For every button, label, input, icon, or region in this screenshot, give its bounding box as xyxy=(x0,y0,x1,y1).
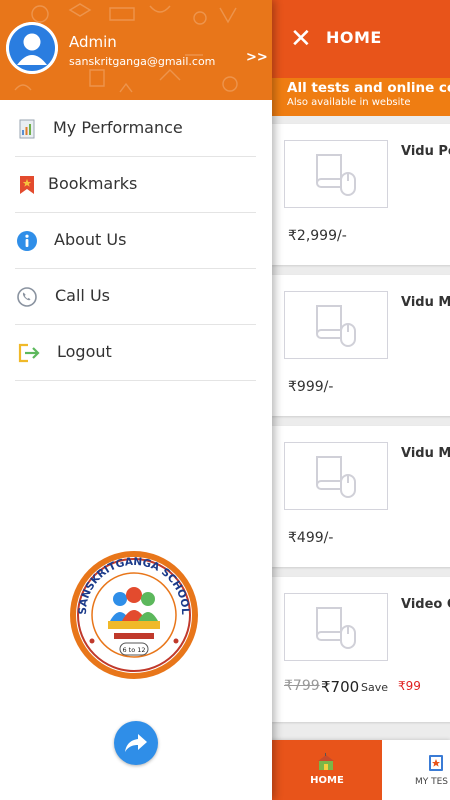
logout-icon xyxy=(18,343,40,363)
menu-item-label: About Us xyxy=(54,230,127,249)
product-name: Video C xyxy=(401,597,450,612)
close-icon[interactable]: ✕ xyxy=(290,26,312,52)
nav-home-label: HOME xyxy=(310,775,344,786)
product-thumbnail xyxy=(284,442,388,510)
page-title: HOME xyxy=(326,28,382,47)
product-thumbnail xyxy=(284,291,388,359)
bookmark-icon xyxy=(20,176,34,194)
nav-home-tab[interactable]: HOME xyxy=(272,740,382,800)
product-price: ₹2,999/- xyxy=(288,228,347,244)
menu-item-label: Logout xyxy=(57,342,112,361)
product-price: ₹499/- xyxy=(288,530,334,546)
book-mouse-icon xyxy=(316,456,356,498)
menu-item-my-performance[interactable]: My Performance xyxy=(0,101,272,157)
clipboard-icon xyxy=(429,755,443,771)
product-card[interactable]: Vidu M ₹499/- xyxy=(272,426,450,567)
product-name: Vidu M xyxy=(401,295,450,310)
user-name: Admin xyxy=(69,33,117,51)
menu-item-label: Call Us xyxy=(55,286,110,305)
product-card[interactable]: Vidu Po ₹2,999/- xyxy=(272,124,450,265)
original-price: ₹799 xyxy=(284,678,320,694)
menu-item-label: My Performance xyxy=(53,118,183,137)
avatar[interactable] xyxy=(6,22,58,74)
save-label: Save xyxy=(361,681,389,694)
menu-item-call-us[interactable]: Call Us xyxy=(0,269,272,325)
book-mouse-icon xyxy=(316,305,356,347)
menu-item-bookmarks[interactable]: Bookmarks xyxy=(0,157,272,213)
product-thumbnail xyxy=(284,593,388,661)
navigation-drawer: Admin sanskritganga@gmail.com >> My Perf… xyxy=(0,0,272,800)
menu-item-about-us[interactable]: About Us xyxy=(0,213,272,269)
menu-divider xyxy=(15,380,256,381)
banner-line-2: Also available in website xyxy=(287,97,411,108)
performance-report-icon xyxy=(19,119,35,139)
product-thumbnail xyxy=(284,140,388,208)
product-card[interactable]: Video C ₹799 ₹700 Save ₹99 xyxy=(272,577,450,722)
school-logo: SANSKRITGANGA SCHOOL 6 to 12 xyxy=(70,551,198,679)
share-arrow-icon xyxy=(125,734,147,752)
user-avatar-icon xyxy=(6,22,58,74)
drawer-header: Admin sanskritganga@gmail.com >> xyxy=(0,0,272,100)
product-price: ₹999/- xyxy=(288,379,334,395)
info-icon xyxy=(17,231,37,251)
nav-tests-label: MY TES xyxy=(415,777,449,787)
expand-account-icon[interactable]: >> xyxy=(246,50,268,65)
product-name: Vidu Po xyxy=(401,144,450,159)
product-card[interactable]: Vidu M ₹999/- xyxy=(272,275,450,416)
save-amount: ₹99 xyxy=(398,679,421,693)
menu-item-label: Bookmarks xyxy=(48,174,138,193)
nav-tests-tab[interactable]: MY TES xyxy=(382,740,450,800)
school-building-icon xyxy=(318,753,334,770)
user-email: sanskritganga@gmail.com xyxy=(69,55,216,68)
logo-grade-range: 6 to 12 xyxy=(122,646,145,654)
share-button[interactable] xyxy=(114,721,158,765)
phone-icon xyxy=(17,287,37,307)
book-mouse-icon xyxy=(316,607,356,649)
banner-line-1: All tests and online co xyxy=(287,80,450,96)
book-mouse-icon xyxy=(316,154,356,196)
menu-item-logout[interactable]: Logout xyxy=(0,325,272,381)
product-price: ₹700 xyxy=(321,678,360,696)
product-name: Vidu M xyxy=(401,446,450,461)
